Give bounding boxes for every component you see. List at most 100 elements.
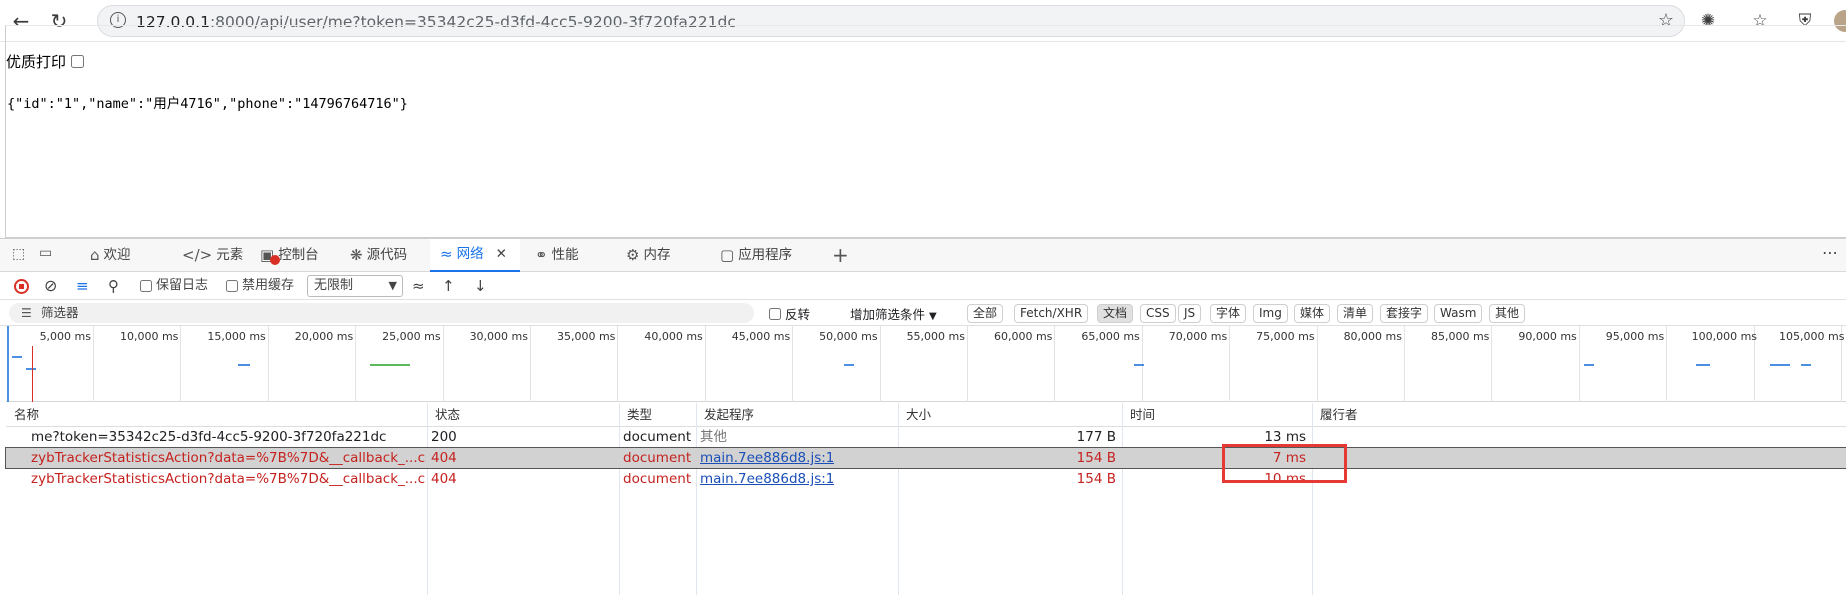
- more-filters-dropdown[interactable]: 增加筛选条件 ▼: [850, 304, 937, 323]
- tab-performance[interactable]: ⚭ 性能: [535, 239, 579, 272]
- overview-gridline: [879, 326, 881, 402]
- clear-icon[interactable]: ⊘: [44, 276, 57, 296]
- more-options-icon[interactable]: ⋯: [1822, 243, 1838, 262]
- overview-tick-label: 55,000 ms: [906, 330, 965, 343]
- import-icon[interactable]: ↑: [442, 276, 455, 296]
- overview-gridline: [1666, 326, 1668, 402]
- tab-application[interactable]: ▢ 应用程序: [720, 239, 792, 272]
- tab-memory[interactable]: ⚙ 内存: [626, 239, 670, 272]
- cell-initiator-link[interactable]: main.7ee886d8.js:1: [700, 469, 834, 489]
- export-icon[interactable]: ↓: [474, 276, 487, 296]
- chip-manifest[interactable]: 清单: [1337, 304, 1374, 323]
- filter-settings-icon[interactable]: ≡: [76, 276, 89, 296]
- column-header-type[interactable]: 类型: [623, 403, 652, 427]
- overview-tick-label: 80,000 ms: [1343, 330, 1402, 343]
- table-row[interactable]: zybTrackerStatisticsAction?data=%7B%7D&_…: [6, 469, 1846, 489]
- overview-request-bar: [1801, 364, 1811, 366]
- overview-request-bar: [1134, 364, 1144, 366]
- search-icon[interactable]: ⚲: [108, 276, 119, 296]
- throttle-select[interactable]: 无限制 ▼: [307, 275, 403, 297]
- chip-other[interactable]: 其他: [1489, 304, 1526, 323]
- cell-initiator-link[interactable]: main.7ee886d8.js:1: [700, 448, 834, 468]
- invert-checkbox[interactable]: [769, 307, 781, 320]
- inspect-icon[interactable]: ⬚: [12, 246, 25, 262]
- column-header-fulfilled-by[interactable]: 履行者: [1316, 403, 1358, 427]
- preserve-log-checkbox[interactable]: [140, 280, 152, 292]
- devtools-tabbar: ⬚ ▭ ⌂ 欢迎 </> 元素 ▣ 控制台 ❋ 源代码 ≈ 网络 ✕ ⚭ 性能 ⚙ 内存 ▢ 应用…: [0, 239, 1846, 272]
- code-icon: </>: [182, 246, 213, 264]
- overview-tick-label: 40,000 ms: [644, 330, 703, 343]
- cell-initiator: 其他: [700, 429, 727, 445]
- dom-content-marker: [7, 326, 9, 402]
- chip-img[interactable]: Img: [1253, 304, 1288, 323]
- add-tab-icon[interactable]: +: [832, 243, 849, 267]
- network-overview[interactable]: 5,000 ms 10,000 ms 15,000 ms 20,000 ms 25,00…: [6, 326, 1846, 402]
- device-toggle-icon[interactable]: ▭: [39, 245, 52, 261]
- cell-status: 404: [431, 471, 457, 487]
- cell-status: 404: [431, 450, 457, 466]
- load-event-marker: [32, 346, 33, 402]
- tab-elements[interactable]: </> 元素: [182, 239, 243, 272]
- overview-gridline: [617, 326, 619, 402]
- column-header-status[interactable]: 状态: [431, 403, 460, 427]
- wifi-icon: ≈: [440, 245, 453, 263]
- tab-sources[interactable]: ❋ 源代码: [350, 239, 407, 272]
- overview-tick-label: 25,000 ms: [382, 330, 441, 343]
- overview-tick-label: 10,000 ms: [119, 330, 179, 343]
- disable-cache-toggle[interactable]: 禁用缓存: [226, 276, 294, 296]
- tab-welcome[interactable]: ⌂ 欢迎: [90, 239, 131, 272]
- overview-request-bar: [12, 356, 22, 358]
- overview-tick-label: 30,000 ms: [469, 330, 528, 343]
- cell-status: 200: [431, 429, 457, 445]
- cell-name: zybTrackerStatisticsAction?data=%7B%7D&_…: [31, 450, 426, 466]
- chip-document[interactable]: 文档: [1097, 304, 1134, 323]
- table-row[interactable]: zybTrackerStatisticsAction?data=%7B%7D&_…: [5, 447, 1846, 469]
- chip-font[interactable]: 字体: [1210, 304, 1247, 323]
- overview-tick-label: 100,000 ms: [1691, 330, 1758, 343]
- overview-request-bar: [1584, 364, 1594, 366]
- chip-fetch-xhr[interactable]: Fetch/XHR: [1014, 304, 1089, 323]
- overview-tick-label: 95,000 ms: [1605, 330, 1665, 343]
- disable-cache-checkbox[interactable]: [226, 280, 238, 292]
- chip-css[interactable]: CSS: [1140, 304, 1176, 323]
- overview-tick-label: 75,000 ms: [1256, 330, 1315, 343]
- chip-all[interactable]: 全部: [967, 304, 1004, 323]
- overview-tick-label: 20,000 ms: [294, 330, 354, 343]
- invert-toggle[interactable]: 反转: [769, 304, 810, 323]
- overview-tick-label: 60,000 ms: [993, 330, 1053, 343]
- chip-socket[interactable]: 套接字: [1380, 304, 1429, 323]
- overview-tick-label: 35,000 ms: [556, 330, 616, 343]
- close-tab-icon[interactable]: ✕: [496, 238, 507, 271]
- overview-request-bar: [238, 364, 250, 366]
- devtools-panel: ⬚ ▭ ⌂ 欢迎 </> 元素 ▣ 控制台 ❋ 源代码 ≈ 网络 ✕ ⚭ 性能 ⚙ 内存 ▢ 应用…: [0, 238, 1846, 595]
- cell-size: 177 B: [1076, 429, 1116, 445]
- highlight-box: [1222, 444, 1347, 483]
- home-icon: ⌂: [90, 246, 100, 264]
- overview-request-bar: [370, 364, 410, 366]
- filter-input[interactable]: ☰ 筛选器: [9, 303, 754, 323]
- overview-tick-label: 90,000 ms: [1518, 330, 1577, 343]
- preserve-log-toggle[interactable]: 保留日志: [140, 276, 208, 296]
- network-conditions-icon[interactable]: ≈: [412, 276, 425, 296]
- record-stop-icon[interactable]: [14, 279, 29, 294]
- table-row[interactable]: me?token=35342c25-d3fd-4cc5-9200-3f720fa…: [6, 427, 1846, 447]
- chip-wasm[interactable]: Wasm: [1434, 304, 1483, 323]
- overview-tick-label: 85,000 ms: [1430, 330, 1490, 343]
- chip-media[interactable]: 媒体: [1294, 304, 1331, 323]
- column-header-size[interactable]: 大小: [902, 403, 931, 427]
- page-frame: [5, 25, 1846, 238]
- tab-console[interactable]: ▣ 控制台: [260, 239, 319, 272]
- cell-name: zybTrackerStatisticsAction?data=%7B%7D&_…: [31, 471, 426, 487]
- column-header-name[interactable]: 名称: [10, 403, 39, 427]
- overview-gridline: [180, 326, 182, 402]
- cell-size: 154 B: [1076, 450, 1116, 466]
- chip-js[interactable]: JS: [1178, 304, 1202, 323]
- column-header-time[interactable]: 时间: [1126, 403, 1155, 427]
- column-header-initiator[interactable]: 发起程序: [700, 403, 754, 427]
- chevron-down-icon: ▼: [388, 279, 397, 292]
- filter-icon: ☰: [21, 306, 32, 320]
- tab-network[interactable]: ≈ 网络 ✕: [430, 239, 520, 272]
- cell-type: document: [623, 471, 692, 487]
- overview-gridline: [1491, 326, 1493, 402]
- overview-tick-label: 70,000 ms: [1168, 330, 1228, 343]
